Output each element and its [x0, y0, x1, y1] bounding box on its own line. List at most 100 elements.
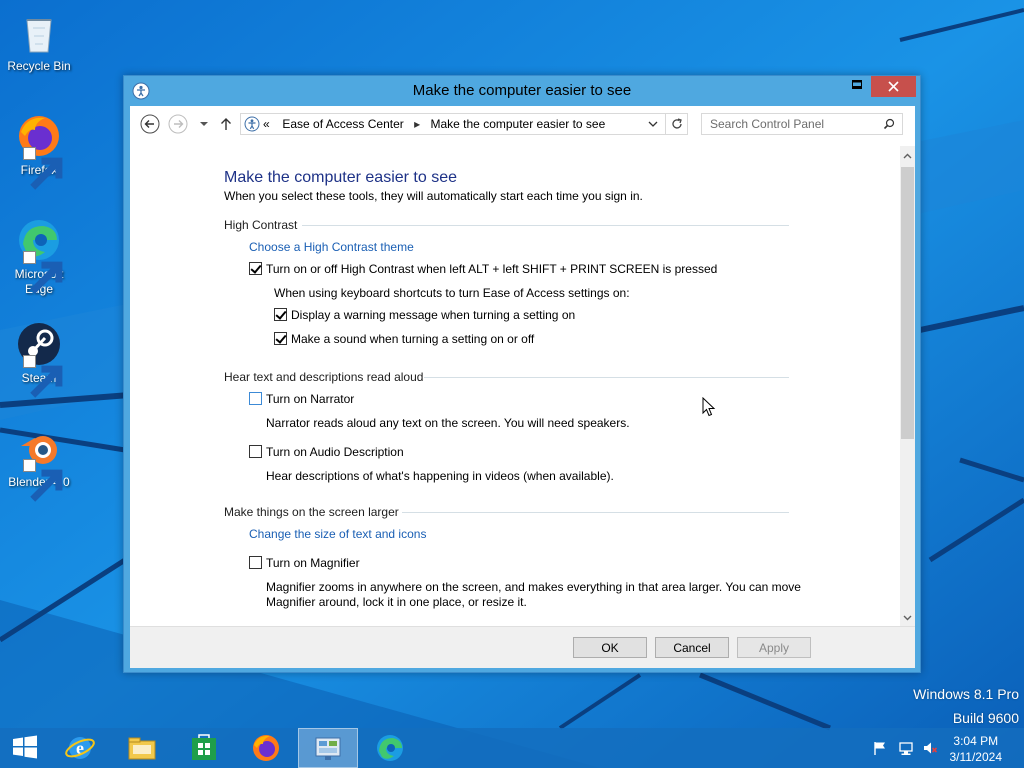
magnifier-description: Magnifier zooms in anywhere on the scree… [266, 580, 801, 609]
breadcrumb-separator-icon[interactable]: ▸ [414, 117, 420, 131]
audio-description-option[interactable]: Turn on Audio Description [249, 445, 404, 459]
desktop-icon-firefox[interactable]: Firefox [4, 112, 74, 190]
scroll-down-icon[interactable] [900, 609, 915, 626]
section-divider [424, 377, 789, 378]
breadcrumb-ease-of-access-center[interactable]: Ease of Access Center [282, 117, 403, 131]
edge-icon [377, 735, 403, 761]
search-box[interactable] [701, 113, 903, 135]
file-explorer-icon [128, 737, 156, 760]
high-contrast-shortcut-checkbox[interactable] [249, 262, 262, 275]
breadcrumb-current-page[interactable]: Make the computer easier to see [431, 117, 606, 131]
desktop-icon-blender[interactable]: Blender 4.0 [4, 424, 74, 502]
audio-description-checkbox[interactable] [249, 445, 262, 458]
sound-option[interactable]: Make a sound when turning a setting on o… [274, 332, 534, 346]
magnifier-label: Turn on Magnifier [266, 556, 360, 570]
close-icon [888, 81, 899, 92]
internet-explorer-icon: e [65, 737, 95, 759]
up-arrow-icon [221, 118, 231, 130]
store-icon [192, 734, 216, 760]
blender-icon [15, 424, 63, 502]
narrator-option[interactable]: Turn on Narrator [249, 392, 354, 406]
sound-checkbox[interactable] [274, 332, 287, 345]
desktop-icon-recycle-bin[interactable]: Recycle Bin [4, 8, 74, 74]
start-button[interactable] [0, 728, 50, 768]
breadcrumb: « Ease of Access Center ▸ Make the compu… [263, 117, 605, 131]
audio-description-text: Hear descriptions of what's happening in… [266, 469, 614, 483]
search-input[interactable] [710, 117, 880, 131]
breadcrumb-overflow[interactable]: « [263, 117, 270, 131]
mouse-cursor-icon [702, 397, 716, 417]
desktop-icon-steam[interactable]: Steam [4, 320, 74, 398]
desktop-icon-label: Recycle Bin [7, 59, 71, 73]
forward-arrow-icon [168, 114, 188, 134]
up-button[interactable] [216, 114, 236, 134]
change-text-size-link[interactable]: Change the size of text and icons [249, 527, 426, 541]
warning-message-checkbox[interactable] [274, 308, 287, 321]
magnifier-checkbox[interactable] [249, 556, 262, 569]
window-client-area: « Ease of Access Center ▸ Make the compu… [130, 106, 915, 668]
search-icon[interactable] [883, 118, 895, 130]
title-bar[interactable]: Make the computer easier to see [124, 76, 920, 106]
ok-button[interactable]: OK [573, 637, 647, 658]
steam-icon [15, 320, 63, 398]
keyboard-shortcut-note: When using keyboard shortcuts to turn Ea… [274, 286, 630, 300]
shortcut-arrow-icon [23, 355, 63, 398]
shortcut-arrow-icon [23, 459, 63, 502]
clock-date: 3/11/2024 [949, 750, 1003, 764]
network-icon[interactable] [898, 740, 914, 756]
forward-button[interactable] [168, 114, 188, 134]
close-button[interactable] [871, 76, 916, 97]
taskbar-windows-store[interactable] [174, 728, 234, 768]
ease-of-access-icon [244, 116, 260, 132]
maximize-button[interactable] [844, 76, 870, 97]
firefox-icon [15, 112, 63, 190]
taskbar-file-explorer[interactable] [112, 728, 172, 768]
clock-time: 3:04 PM [953, 734, 999, 748]
system-clock[interactable]: 3:04 PM 3/11/2024 [950, 733, 1003, 765]
refresh-button[interactable] [665, 114, 687, 134]
page-title: Make the computer easier to see [224, 169, 458, 186]
taskbar-microsoft-edge[interactable] [360, 728, 420, 768]
refresh-icon [671, 118, 682, 129]
settings-content: Make the computer easier to see When you… [130, 146, 900, 626]
taskbar-firefox[interactable] [236, 728, 296, 768]
back-button[interactable] [140, 114, 160, 134]
address-bar[interactable]: « Ease of Access Center ▸ Make the compu… [240, 113, 688, 135]
narrator-checkbox[interactable] [249, 392, 262, 405]
magnifier-option[interactable]: Turn on Magnifier [249, 556, 360, 570]
warning-message-label: Display a warning message when turning a… [291, 308, 576, 322]
taskbar-control-panel[interactable] [298, 728, 358, 768]
sound-label: Make a sound when turning a setting on o… [291, 332, 535, 346]
firefox-icon [253, 735, 279, 761]
dialog-footer: OK Cancel Apply [130, 626, 915, 668]
section-divider [302, 225, 789, 226]
recycle-bin-icon [15, 8, 63, 56]
section-screen-larger: Make things on the screen larger [224, 505, 399, 519]
windows-build-watermark: Build 9600 [952, 710, 1019, 726]
edge-icon [15, 216, 63, 294]
cancel-button[interactable]: Cancel [655, 637, 729, 658]
vertical-scrollbar[interactable] [900, 146, 915, 626]
scrollbar-thumb[interactable] [901, 167, 914, 439]
section-divider [402, 512, 789, 513]
maximize-icon [852, 80, 862, 89]
apply-button[interactable]: Apply [737, 637, 811, 658]
navigation-bar: « Ease of Access Center ▸ Make the compu… [130, 106, 915, 146]
choose-high-contrast-theme-link[interactable]: Choose a High Contrast theme [249, 240, 414, 254]
action-center-flag-icon[interactable] [872, 740, 888, 756]
volume-muted-icon[interactable] [922, 740, 938, 756]
narrator-description: Narrator reads aloud any text on the scr… [266, 416, 630, 430]
section-read-aloud: Hear text and descriptions read aloud [224, 370, 424, 384]
back-arrow-icon [140, 114, 160, 134]
address-dropdown-icon[interactable] [647, 118, 659, 130]
shortcut-arrow-icon [23, 147, 63, 190]
scroll-up-icon[interactable] [900, 148, 915, 165]
page-description: When you select these tools, they will a… [224, 189, 643, 203]
taskbar-internet-explorer[interactable]: e [50, 728, 110, 768]
chevron-down-icon [200, 122, 208, 126]
desktop-icon-edge[interactable]: Microsoft Edge [4, 216, 74, 297]
warning-message-option[interactable]: Display a warning message when turning a… [274, 308, 575, 322]
taskbar: e 3:04 PM 3/11/2024 [0, 728, 1024, 768]
high-contrast-shortcut-option[interactable]: Turn on or off High Contrast when left A… [249, 262, 717, 276]
recent-locations-button[interactable] [194, 114, 208, 134]
